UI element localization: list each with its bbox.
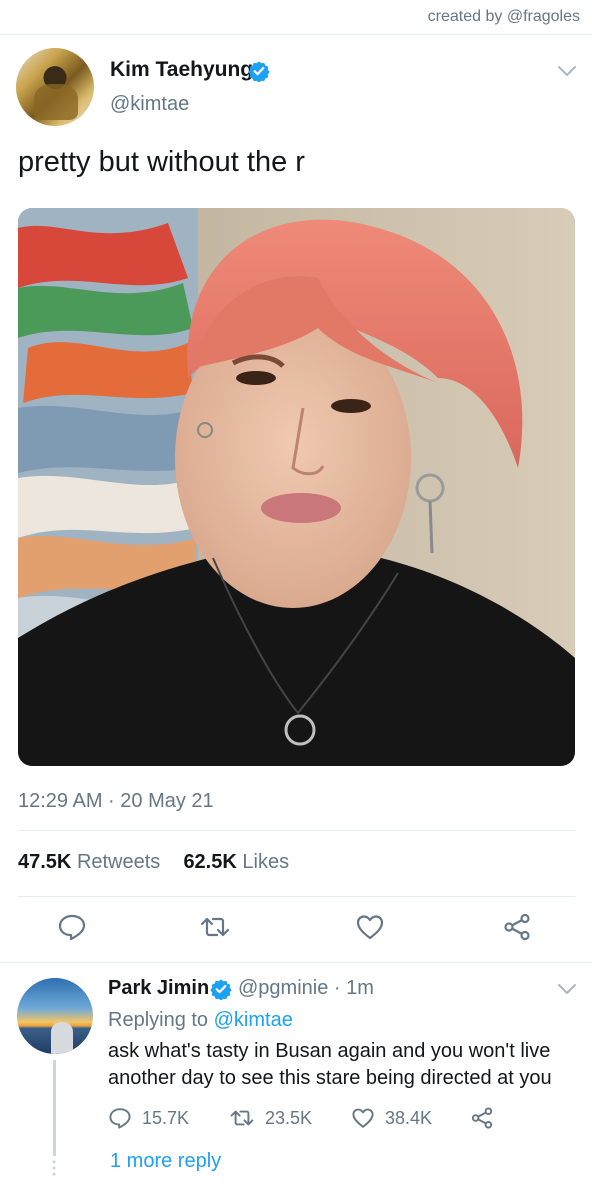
reply-retweet-button[interactable]: 23.5K [229,1106,312,1130]
retweets-label[interactable]: Retweets [77,851,160,873]
reply-reply-count: 15.7K [142,1107,190,1128]
divider [0,962,592,963]
reply-reply-button[interactable]: 15.7K [108,1106,189,1130]
retweets-count[interactable]: 47.5K [18,851,71,873]
reply-meta: @pgminie · 1m [238,977,374,1000]
top-divider [0,34,592,35]
thread-line [53,1060,56,1156]
reply-icon[interactable] [57,912,87,942]
author-name[interactable]: Kim Taehyung [110,58,253,82]
photo-illustration [18,208,575,766]
reply-like-count: 38.4K [385,1107,433,1128]
replying-prefix: Replying to [108,1009,209,1031]
thread-dots-icon [52,1160,56,1176]
heart-icon [352,1108,374,1128]
reply-like-button[interactable]: 38.4K [351,1106,432,1130]
share-icon[interactable] [502,912,532,942]
author-avatar[interactable] [16,48,94,126]
divider [18,896,575,897]
reply-time[interactable]: · 1m [334,977,374,999]
reply-retweet-count: 23.5K [265,1107,313,1128]
author-handle[interactable]: @kimtae [110,93,189,116]
replying-to: Replying to @kimtae [108,1009,293,1032]
verified-badge-icon [210,979,232,1000]
heart-icon[interactable] [355,912,385,942]
reply-icon [109,1108,131,1129]
divider [18,830,575,831]
reply-author-name[interactable]: Park Jimin [108,977,209,1000]
tweet-photo[interactable] [18,208,575,766]
chevron-down-icon[interactable] [556,982,578,996]
replying-mention-link[interactable]: @kimtae [214,1009,293,1031]
reply-share-button[interactable] [470,1106,494,1130]
share-icon [471,1107,493,1129]
retweet-icon[interactable] [200,912,230,942]
likes-label[interactable]: Likes [242,851,289,873]
reply-author-handle[interactable]: @pgminie [238,977,328,999]
reply-text: ask what's tasty in Busan again and you … [108,1040,552,1089]
likes-count[interactable]: 62.5K [183,851,236,873]
verified-badge-icon [248,61,270,82]
retweet-icon [230,1110,254,1126]
more-replies-link[interactable]: 1 more reply [110,1150,221,1173]
tweet-stats: 47.5K Retweets 62.5K Likes [18,851,289,874]
credit-text: created by @fragoles [427,8,580,25]
chevron-down-icon[interactable] [556,64,578,78]
tweet-text: pretty but without the r [18,146,305,178]
reply-author-avatar[interactable] [17,978,93,1054]
tweet-timestamp[interactable]: 12:29 AM · 20 May 21 [18,790,214,813]
